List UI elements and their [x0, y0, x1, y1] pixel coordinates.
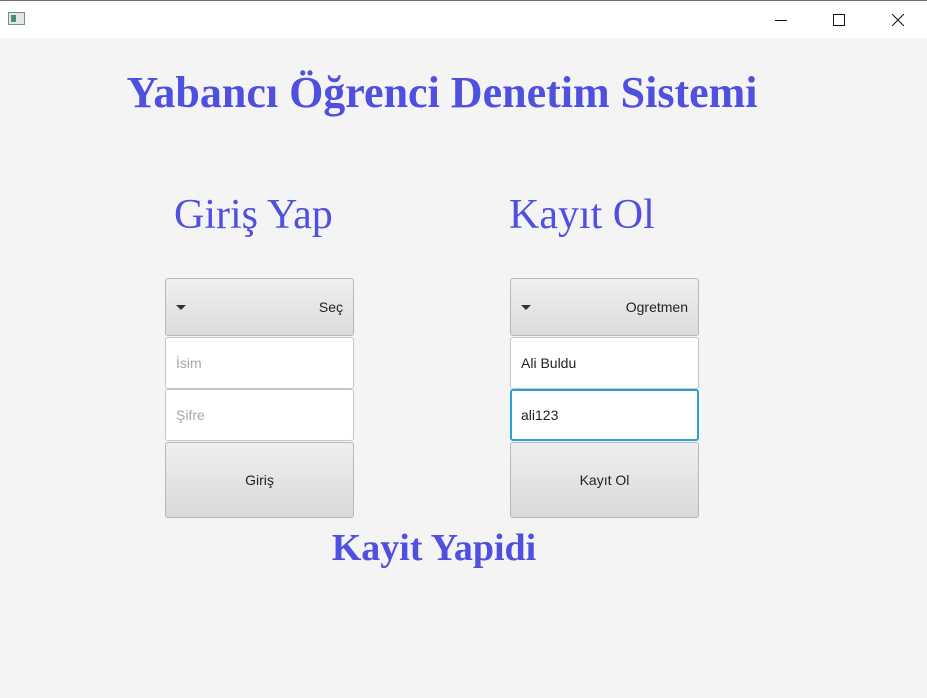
register-button[interactable]: Kayıt Ol	[510, 442, 699, 518]
register-role-value: Ogretmen	[625, 299, 688, 315]
page-title: Yabancı Öğrenci Denetim Sistemi	[126, 68, 758, 117]
title-bar	[0, 0, 927, 38]
chevron-down-icon	[176, 305, 186, 310]
chevron-down-icon	[521, 305, 531, 310]
login-password-input[interactable]	[165, 389, 354, 441]
register-password-input[interactable]	[510, 389, 699, 441]
register-role-select[interactable]: Ogretmen	[510, 278, 699, 336]
login-section-title: Giriş Yap	[174, 192, 333, 238]
maximize-button[interactable]	[810, 1, 868, 38]
maximize-icon	[833, 13, 845, 26]
register-section-title: Kayıt Ol	[509, 192, 655, 238]
login-button[interactable]: Giriş	[165, 442, 354, 518]
minimize-icon	[775, 19, 787, 21]
app-window-icon	[8, 12, 25, 25]
minimize-button[interactable]	[752, 1, 810, 38]
status-message: Kayit Yapidi	[331, 527, 537, 569]
main-panel: Yabancı Öğrenci Denetim Sistemi Giriş Ya…	[0, 38, 927, 698]
login-name-input[interactable]	[165, 337, 354, 389]
close-icon	[892, 13, 904, 26]
register-name-input[interactable]	[510, 337, 699, 389]
login-role-value: Seç	[318, 299, 343, 315]
close-button[interactable]	[869, 1, 927, 38]
login-role-select[interactable]: Seç	[165, 278, 354, 336]
